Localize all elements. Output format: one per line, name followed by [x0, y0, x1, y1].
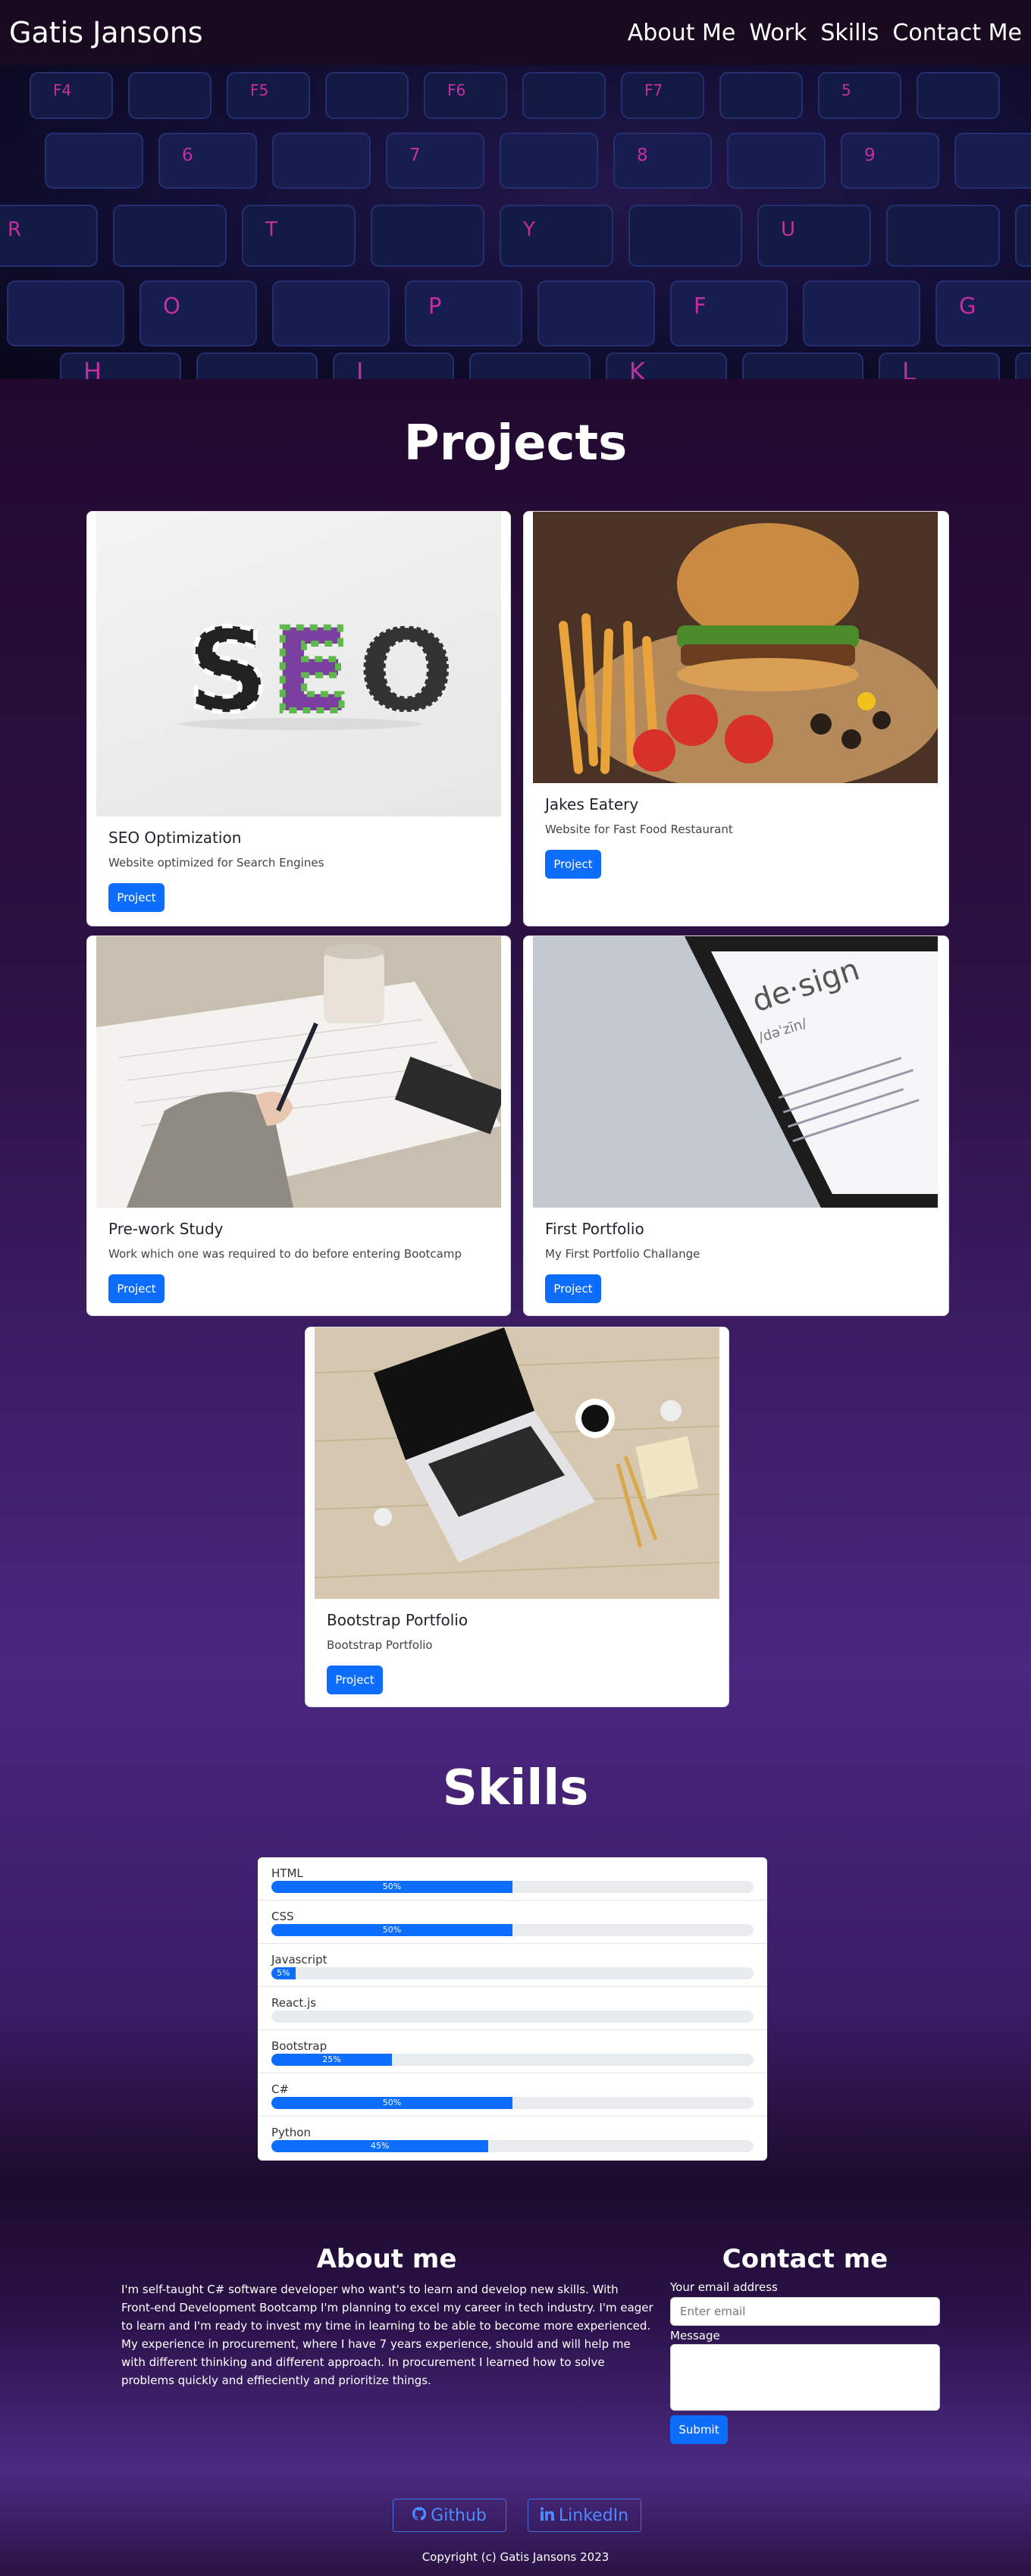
submit-button[interactable]: Submit: [670, 2415, 728, 2444]
project-button-prework[interactable]: Project: [108, 1274, 165, 1303]
card-title: First Portfolio: [545, 1220, 644, 1238]
skill-name: HTML: [271, 1866, 303, 1880]
skill-name: Python: [271, 2126, 311, 2139]
skill-progress-bar: 5%: [271, 1967, 754, 1979]
email-input[interactable]: [670, 2297, 940, 2326]
design-phone-image: de·sign /dəˈzīn/: [533, 936, 938, 1208]
linkedin-link[interactable]: LinkedIn: [528, 2499, 641, 2532]
github-icon: [412, 2506, 427, 2525]
card-text: Website optimized for Search Engines: [108, 856, 324, 870]
nav-link-work[interactable]: Work: [749, 20, 807, 46]
skill-item: Bootstrap 25%: [271, 2039, 754, 2066]
nav-link-skills[interactable]: Skills: [820, 20, 879, 46]
project-button-seo[interactable]: Project: [108, 883, 165, 912]
skill-progress-fill: 25%: [271, 2054, 392, 2066]
card-text: My First Portfolio Challange: [545, 1247, 700, 1261]
skill-progress-bar: [271, 2010, 754, 2023]
hero-shade: [0, 65, 1031, 379]
contact-title: Contact me: [722, 2244, 888, 2274]
project-card-jakes: Jakes Eatery Website for Fast Food Resta…: [523, 511, 949, 926]
skill-name: Javascript: [271, 1953, 327, 1966]
skill-name: CSS: [271, 1910, 294, 1923]
writing-notebook-image: [96, 936, 501, 1208]
skill-item: React.js: [271, 1996, 754, 2023]
skill-item: HTML 50%: [271, 1866, 754, 1893]
card-text: Website for Fast Food Restaurant: [545, 823, 733, 836]
seo-letters-image: S E O: [96, 512, 501, 816]
project-card-first-portfolio: de·sign /dəˈzīn/ First Portfolio My Firs…: [523, 935, 949, 1316]
card-title: Bootstrap Portfolio: [327, 1611, 468, 1629]
about-text: I'm self-taught C# software developer wh…: [121, 2283, 653, 2387]
skills-list: HTML 50% CSS 50% Javascript 5% React.js …: [258, 1857, 767, 2161]
skill-progress-fill: 50%: [271, 1881, 512, 1893]
email-label: Your email address: [670, 2280, 778, 2294]
svg-text:S: S: [187, 606, 269, 738]
skill-item: CSS 50%: [271, 1910, 754, 1936]
laptop-desk-image: [315, 1327, 719, 1599]
hero-keyboard-image: F4F5F6F7567890RTYUIOPFGHJKL: [0, 65, 1031, 379]
project-card-bootstrap: Bootstrap Portfolio Bootstrap Portfolio …: [305, 1327, 729, 1707]
svg-text:E: E: [272, 606, 349, 738]
burger-fries-image: [533, 512, 938, 783]
skill-progress-bar: 45%: [271, 2140, 754, 2152]
skills-title: Skills: [442, 1760, 589, 1816]
github-label: Github: [431, 2505, 487, 2525]
nav-links: About Me Work Skills Contact Me: [628, 20, 1022, 46]
about-title: About me: [316, 2244, 457, 2274]
project-button-jakes[interactable]: Project: [545, 850, 601, 879]
brand-link[interactable]: Gatis Jansons: [9, 16, 203, 49]
skill-progress-bar: 50%: [271, 1924, 754, 1936]
skill-progress-bar: 50%: [271, 2097, 754, 2109]
navbar: Gatis Jansons About Me Work Skills Conta…: [0, 0, 1031, 65]
skill-progress-fill: 45%: [271, 2140, 489, 2152]
message-label: Message: [670, 2329, 720, 2343]
copyright-text: Copyright (c) Gatis Jansons 2023: [421, 2550, 610, 2564]
skill-progress-bar: 50%: [271, 1881, 754, 1893]
skill-name: Bootstrap: [271, 2039, 327, 2053]
skill-progress-fill: 5%: [271, 1967, 296, 1979]
project-card-prework: Pre-work Study Work which one was requir…: [86, 935, 511, 1316]
svg-text:O: O: [358, 606, 455, 738]
keyboard-illustration: F4F5F6F7567890RTYUIOPFGHJKL: [0, 65, 1031, 379]
linkedin-icon: [540, 2506, 554, 2525]
skill-name: C#: [271, 2082, 290, 2096]
card-text: Work which one was required to do before…: [108, 1247, 462, 1261]
linkedin-label: LinkedIn: [558, 2505, 629, 2525]
skill-progress-fill: 50%: [271, 1924, 512, 1936]
nav-link-about[interactable]: About Me: [628, 20, 736, 46]
message-textarea[interactable]: [670, 2344, 940, 2411]
skill-progress-fill: 50%: [271, 2097, 512, 2109]
card-title: SEO Optimization: [108, 829, 242, 847]
skill-name: React.js: [271, 1996, 317, 2010]
card-title: Jakes Eatery: [545, 795, 639, 813]
card-title: Pre-work Study: [108, 1220, 224, 1238]
card-text: Bootstrap Portfolio: [327, 1638, 433, 1652]
skill-item: C# 50%: [271, 2082, 754, 2109]
skill-progress-bar: 25%: [271, 2054, 754, 2066]
project-button-bootstrap[interactable]: Project: [327, 1666, 383, 1694]
project-button-first-portfolio[interactable]: Project: [545, 1274, 601, 1303]
projects-title: Projects: [403, 415, 628, 472]
project-card-seo: S E O SEO Optimization Website optimized…: [86, 511, 511, 926]
skill-item: Javascript 5%: [271, 1953, 754, 1979]
github-link[interactable]: Github: [393, 2499, 506, 2532]
skill-item: Python 45%: [271, 2126, 754, 2152]
nav-link-contact[interactable]: Contact Me: [892, 20, 1022, 46]
